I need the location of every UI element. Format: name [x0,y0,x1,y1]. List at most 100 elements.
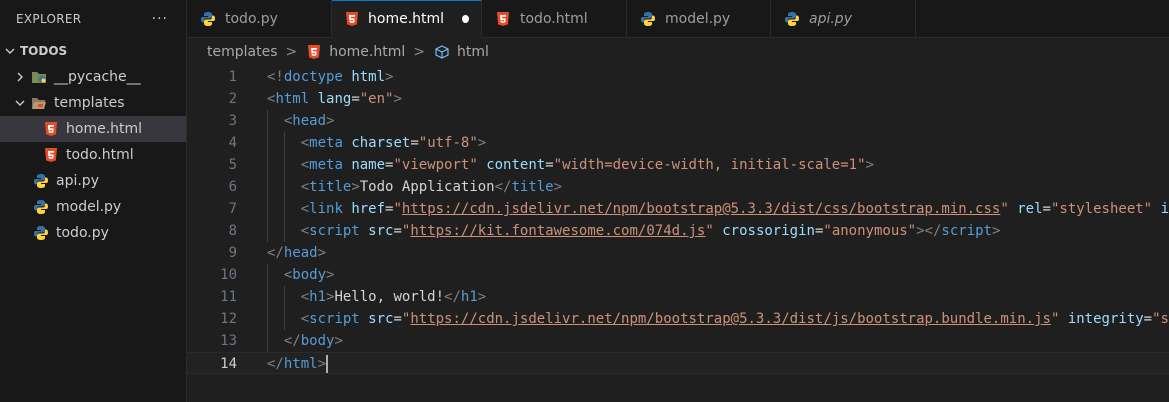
code-token: < [300,157,310,173]
tree-item-label: todo.html [66,147,134,163]
code-line[interactable]: 14 </html> [187,352,1169,374]
explorer-header: EXPLORER ··· [0,0,186,38]
tab-todo-html[interactable]: todo.html [482,0,627,38]
code-text: </html> [267,353,329,373]
code-token: "anonymous" [823,223,917,239]
breadcrumb-separator: > [413,44,425,60]
code-token: > [865,157,874,173]
code-line[interactable]: 6 <title>Todo Application</title> [187,176,1169,198]
indent-guide [267,220,268,242]
tree-item-todo-html[interactable]: todo.html [0,142,186,168]
code-token: title [309,179,352,195]
line-number: 14 [220,356,237,372]
indent-guide [267,264,268,286]
code-token: script [309,223,360,239]
code-token: title [511,179,554,195]
code-token: href [351,201,386,217]
code-line[interactable]: 10 <body> [187,264,1169,286]
indent-guide [283,132,285,154]
code-line[interactable]: 1 <!doctype html> [187,66,1169,88]
tree-item-templates[interactable]: templates [0,90,186,116]
code-token: charset [351,135,411,151]
code-token: "width=device-width, initial-scale=1" [553,157,866,173]
line-number: 11 [220,289,237,305]
tree-item-home-html[interactable]: home.html [0,116,186,142]
code-text: <script src="https://cdn.jsdelivr.net/np… [267,308,1169,330]
breadcrumb-separator: > [285,44,298,60]
code-token: content [486,157,546,173]
code-token: < [300,179,310,195]
indent-guide [267,132,268,154]
code-token: < [300,223,310,239]
code-token: meta [309,135,343,151]
code-line[interactable]: 7 <link href = "https://cdn.jsdelivr.net/n… [187,198,1169,220]
code-token: </ [444,289,461,305]
code-line[interactable]: 4 <meta charset="utf-8"> [187,132,1169,154]
code-token: = [545,157,554,173]
code-line[interactable]: 5 <meta name="viewport" content="width=d… [187,154,1169,176]
tree-item-model-py[interactable]: model.py [0,194,186,220]
code-token: < [300,311,310,327]
tab-home-html[interactable]: home.html [332,0,482,38]
code-token: integrity [1067,311,1144,327]
line-number: 13 [220,333,237,349]
tab-label: todo.html [520,11,588,27]
code-token: ></ [916,223,942,239]
code-line[interactable]: 12 <script src="https://cdn.jsdelivr.net… [187,308,1169,330]
code-token: "stylesheet" [1050,201,1153,217]
breadcrumb-folder[interactable]: templates [207,44,278,60]
code-editor[interactable]: 1 <!doctype html> 2 <html lang="en"> 3 <head… [187,66,1169,374]
indent-guide [267,330,268,352]
tree-item-pycache[interactable]: __pycache__ [0,64,186,90]
code-line[interactable]: 8 <script src="https://kit.fontawesome.c… [187,220,1169,242]
code-line[interactable]: 9 </head> [187,242,1169,264]
line-number: 12 [220,311,237,327]
tree-item-label: __pycache__ [54,69,141,85]
code-token: = [410,135,419,151]
tab-todo-py[interactable]: todo.py [187,0,332,38]
code-text: <title>Todo Application</title> [267,176,562,198]
editor-area: todo.py home.html todo.html model.py api… [187,0,1169,402]
code-token: html [283,356,318,372]
code-token: > [326,113,335,129]
breadcrumb-file[interactable]: home.html [329,44,405,60]
breadcrumb: templates > home.html > html [187,38,1169,66]
html5-icon [344,10,360,28]
code-token: https://cdn.jsdelivr.net/npm/bootstrap@5… [401,201,1001,217]
code-line[interactable]: 13 </body> [187,330,1169,352]
code-line[interactable]: 2 <html lang="en"> [187,88,1169,110]
breadcrumb-symbol[interactable]: html [457,44,489,60]
code-token: " [393,201,402,217]
unsaved-dot-icon[interactable] [462,15,469,23]
code-token: </ [267,356,284,372]
tree-item-todo-py[interactable]: todo.py [0,220,186,246]
indent-guide [267,176,268,198]
workspace-root-todos[interactable]: TODOS [0,38,186,64]
code-token: < [300,289,310,305]
code-token: > [553,179,563,195]
code-token: = [1042,201,1051,217]
tree-item-api-py[interactable]: api.py [0,168,186,194]
indent-guide [267,198,268,220]
code-token: " [705,223,714,239]
code-token: = [393,223,402,239]
tree-item-label: todo.py [56,225,109,241]
tab-api-py[interactable]: api.py [771,0,916,38]
code-text: <html lang="en"> [267,88,402,110]
code-token: body [300,333,335,349]
code-line[interactable]: 11 <h1>Hello, world!</h1> [187,286,1169,308]
line-number: 8 [228,223,237,239]
code-text: </head> [267,242,326,264]
code-line[interactable]: 3 <head> [187,110,1169,132]
indent-guide [283,220,285,242]
more-actions-icon[interactable]: ··· [152,11,168,27]
code-token: script [941,223,992,239]
python-icon [199,10,217,28]
tab-model-py[interactable]: model.py [627,0,771,38]
code-text: <body> [267,264,334,286]
code-token: https://cdn.jsdelivr.net/npm/bootstrap@5… [410,311,1051,327]
